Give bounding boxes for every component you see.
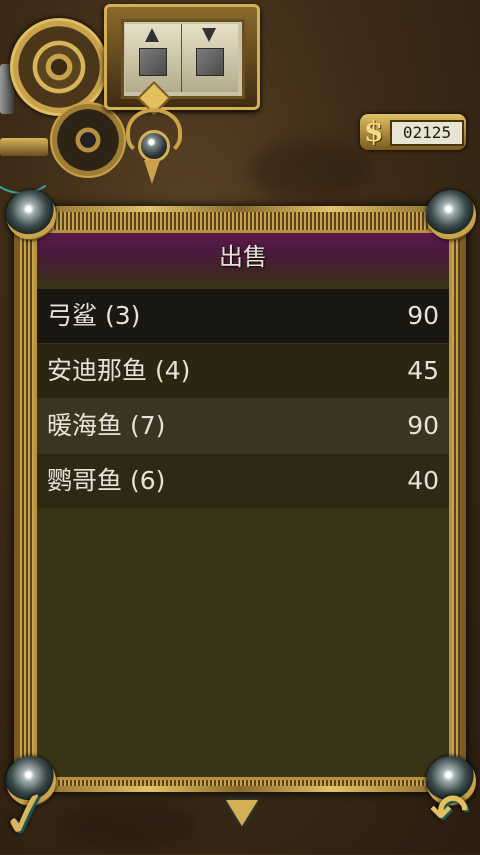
brass-ornament <box>124 81 182 196</box>
list-item[interactable]: 暖海鱼 (7) 90 <box>37 399 449 453</box>
back-button[interactable]: ↶ <box>428 784 480 844</box>
box-arrow-down-icon <box>196 48 224 76</box>
arrow-up-icon <box>145 28 159 42</box>
scroll-down-button[interactable] <box>222 796 262 830</box>
sell-panel-frame: 出售 弓鲨 (3) 90 安迪那鱼 (4) 45 暖海鱼 (7) 90 鹦哥鱼 … <box>14 206 466 792</box>
item-price: 90 <box>407 411 439 440</box>
list-item[interactable]: 鹦哥鱼 (6) 40 <box>37 454 449 508</box>
arrow-down-icon <box>202 28 216 42</box>
corner-knob-icon <box>6 190 56 240</box>
item-name: 鹦哥鱼 (6) <box>47 466 166 495</box>
dollar-sign-icon: $ <box>364 115 384 148</box>
panel-title: 出售 <box>219 243 267 271</box>
leather-texture <box>250 140 370 200</box>
small-gear-icon <box>50 102 126 178</box>
item-price: 45 <box>407 356 439 385</box>
item-name: 安迪那鱼 (4) <box>47 356 191 385</box>
leather-texture <box>60 800 200 850</box>
undo-arrow-icon: ↶ <box>430 784 469 838</box>
checkmark-icon: ✓ <box>0 774 58 855</box>
confirm-button[interactable]: ✓ <box>0 774 58 855</box>
box-arrow-up-icon <box>139 48 167 76</box>
sell-item-list: 弓鲨 (3) 90 安迪那鱼 (4) 45 暖海鱼 (7) 90 鹦哥鱼 (6)… <box>37 289 449 509</box>
panel-header: 出售 <box>37 233 449 281</box>
chevron-down-icon <box>226 800 258 826</box>
item-name: 弓鲨 (3) <box>47 301 141 330</box>
item-price: 40 <box>407 466 439 495</box>
item-price: 90 <box>407 301 439 330</box>
ornament-tip <box>144 160 160 184</box>
money-amount: 02125 <box>390 120 464 146</box>
corner-knob-icon <box>426 190 476 240</box>
item-name: 暖海鱼 (7) <box>47 411 166 440</box>
teal-arc-decoration <box>0 150 54 194</box>
gem-ornament-icon <box>138 130 170 162</box>
money-counter: $ 02125 <box>360 114 466 150</box>
list-item[interactable]: 弓鲨 (3) 90 <box>37 289 449 343</box>
box-arrow-down-button[interactable] <box>182 24 238 92</box>
sell-panel: 出售 弓鲨 (3) 90 安迪那鱼 (4) 45 暖海鱼 (7) 90 鹦哥鱼 … <box>34 230 452 780</box>
large-gear-icon <box>10 18 108 116</box>
list-item[interactable]: 安迪那鱼 (4) 45 <box>37 344 449 398</box>
